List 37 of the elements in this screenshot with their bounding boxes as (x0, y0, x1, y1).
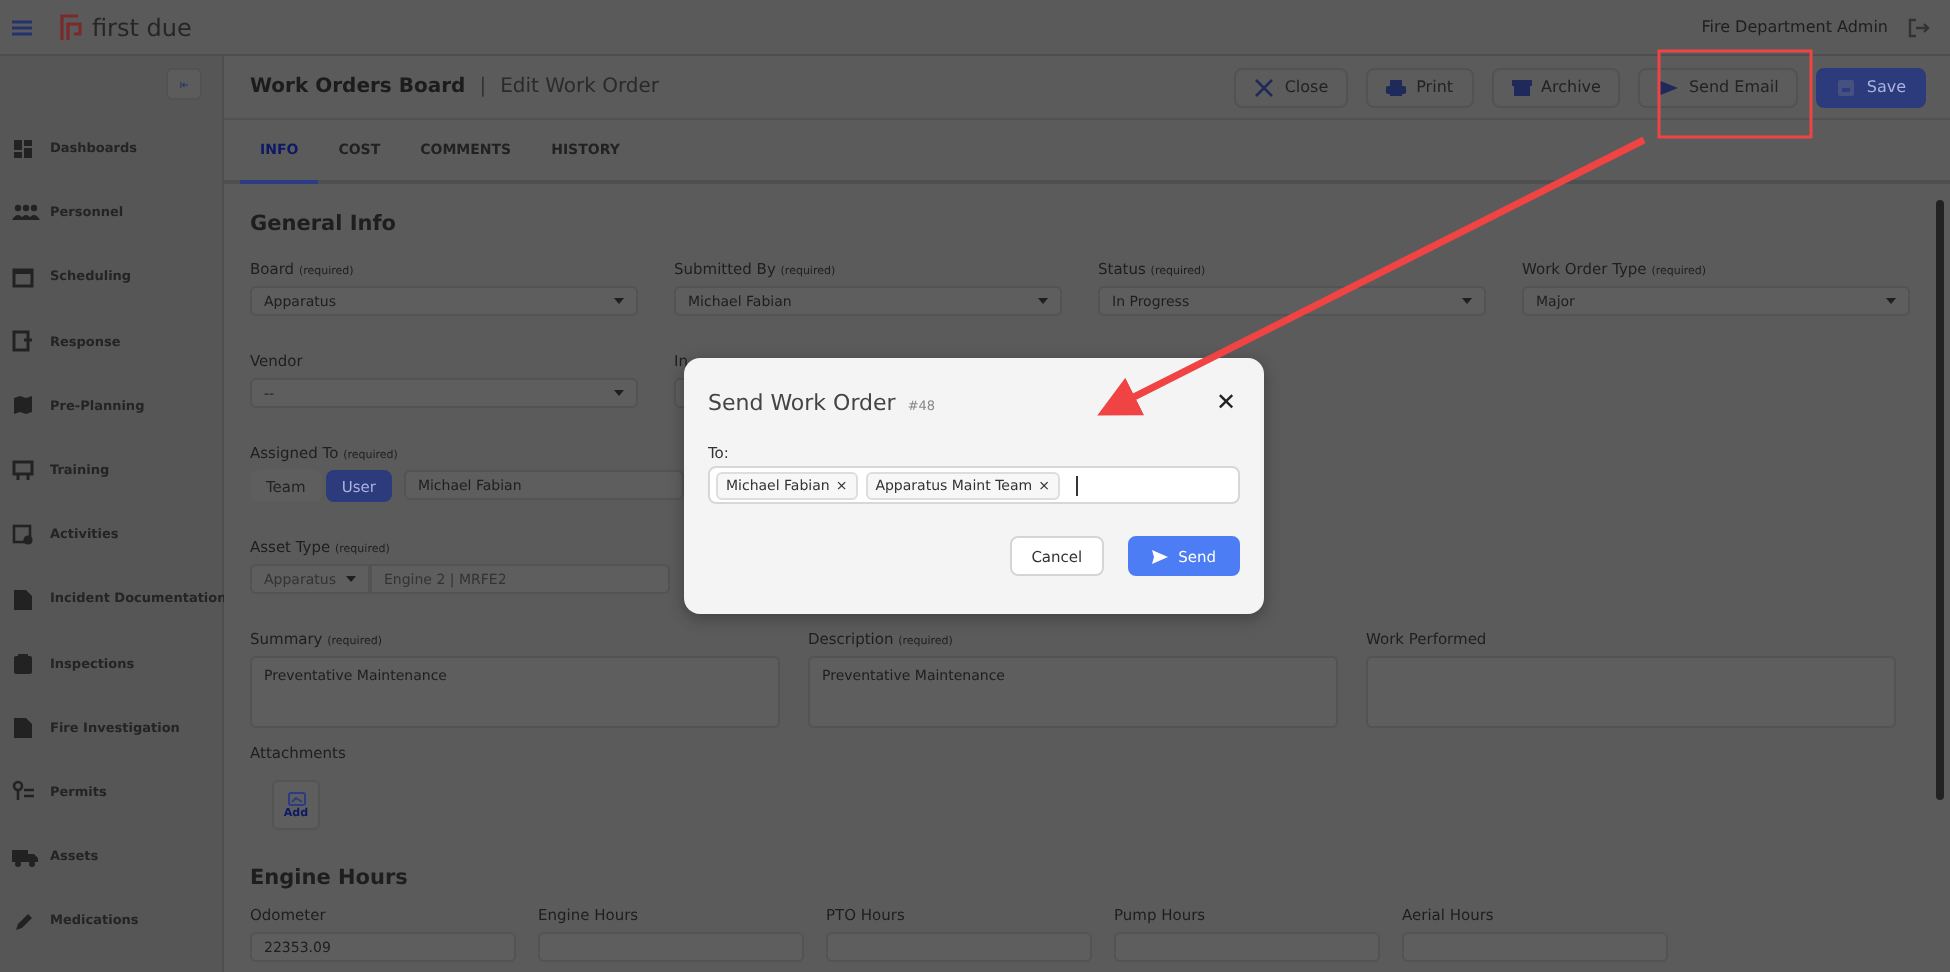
truck-icon (12, 845, 40, 868)
people-icon (12, 201, 40, 224)
close-icon (1254, 77, 1275, 97)
calendar-icon (12, 265, 40, 288)
logout-icon[interactable] (1908, 17, 1930, 37)
header-button[interactable]: Send Email (1638, 67, 1799, 107)
section-title: Engine Hours (250, 866, 410, 890)
key-icon (12, 780, 40, 803)
caret-icon (346, 576, 356, 582)
caret-icon (1886, 298, 1896, 304)
header-button[interactable]: Save (1816, 67, 1926, 107)
send-icon (1152, 549, 1169, 563)
dialog-title: Send Work Order (708, 389, 896, 415)
caret-icon (614, 298, 624, 304)
archive-icon (1511, 77, 1532, 97)
menu-icon[interactable] (12, 19, 32, 35)
printer-icon (1386, 77, 1407, 97)
section-title: General Info (250, 212, 399, 236)
close-button[interactable]: ✕ (1211, 388, 1240, 416)
separator: | (479, 76, 487, 98)
user-name: Fire Department Admin (1701, 18, 1888, 36)
header-button[interactable]: Archive (1491, 67, 1621, 107)
easel-icon (12, 459, 40, 482)
caret-icon (1038, 298, 1048, 304)
save-icon (1836, 77, 1857, 97)
send-icon (1658, 77, 1679, 97)
header-button[interactable]: Close (1234, 67, 1349, 107)
text-cursor (1075, 475, 1078, 495)
logo-icon (60, 13, 84, 41)
breadcrumb-link[interactable]: Work Orders Board (250, 76, 466, 98)
scroll-thumb[interactable] (1936, 200, 1944, 800)
image-icon (287, 791, 305, 805)
collapse-icon (180, 77, 188, 91)
caret-icon (1462, 298, 1472, 304)
collapse-button[interactable] (166, 68, 202, 100)
caret-icon (614, 390, 624, 396)
header-button[interactable]: Print (1366, 67, 1474, 107)
